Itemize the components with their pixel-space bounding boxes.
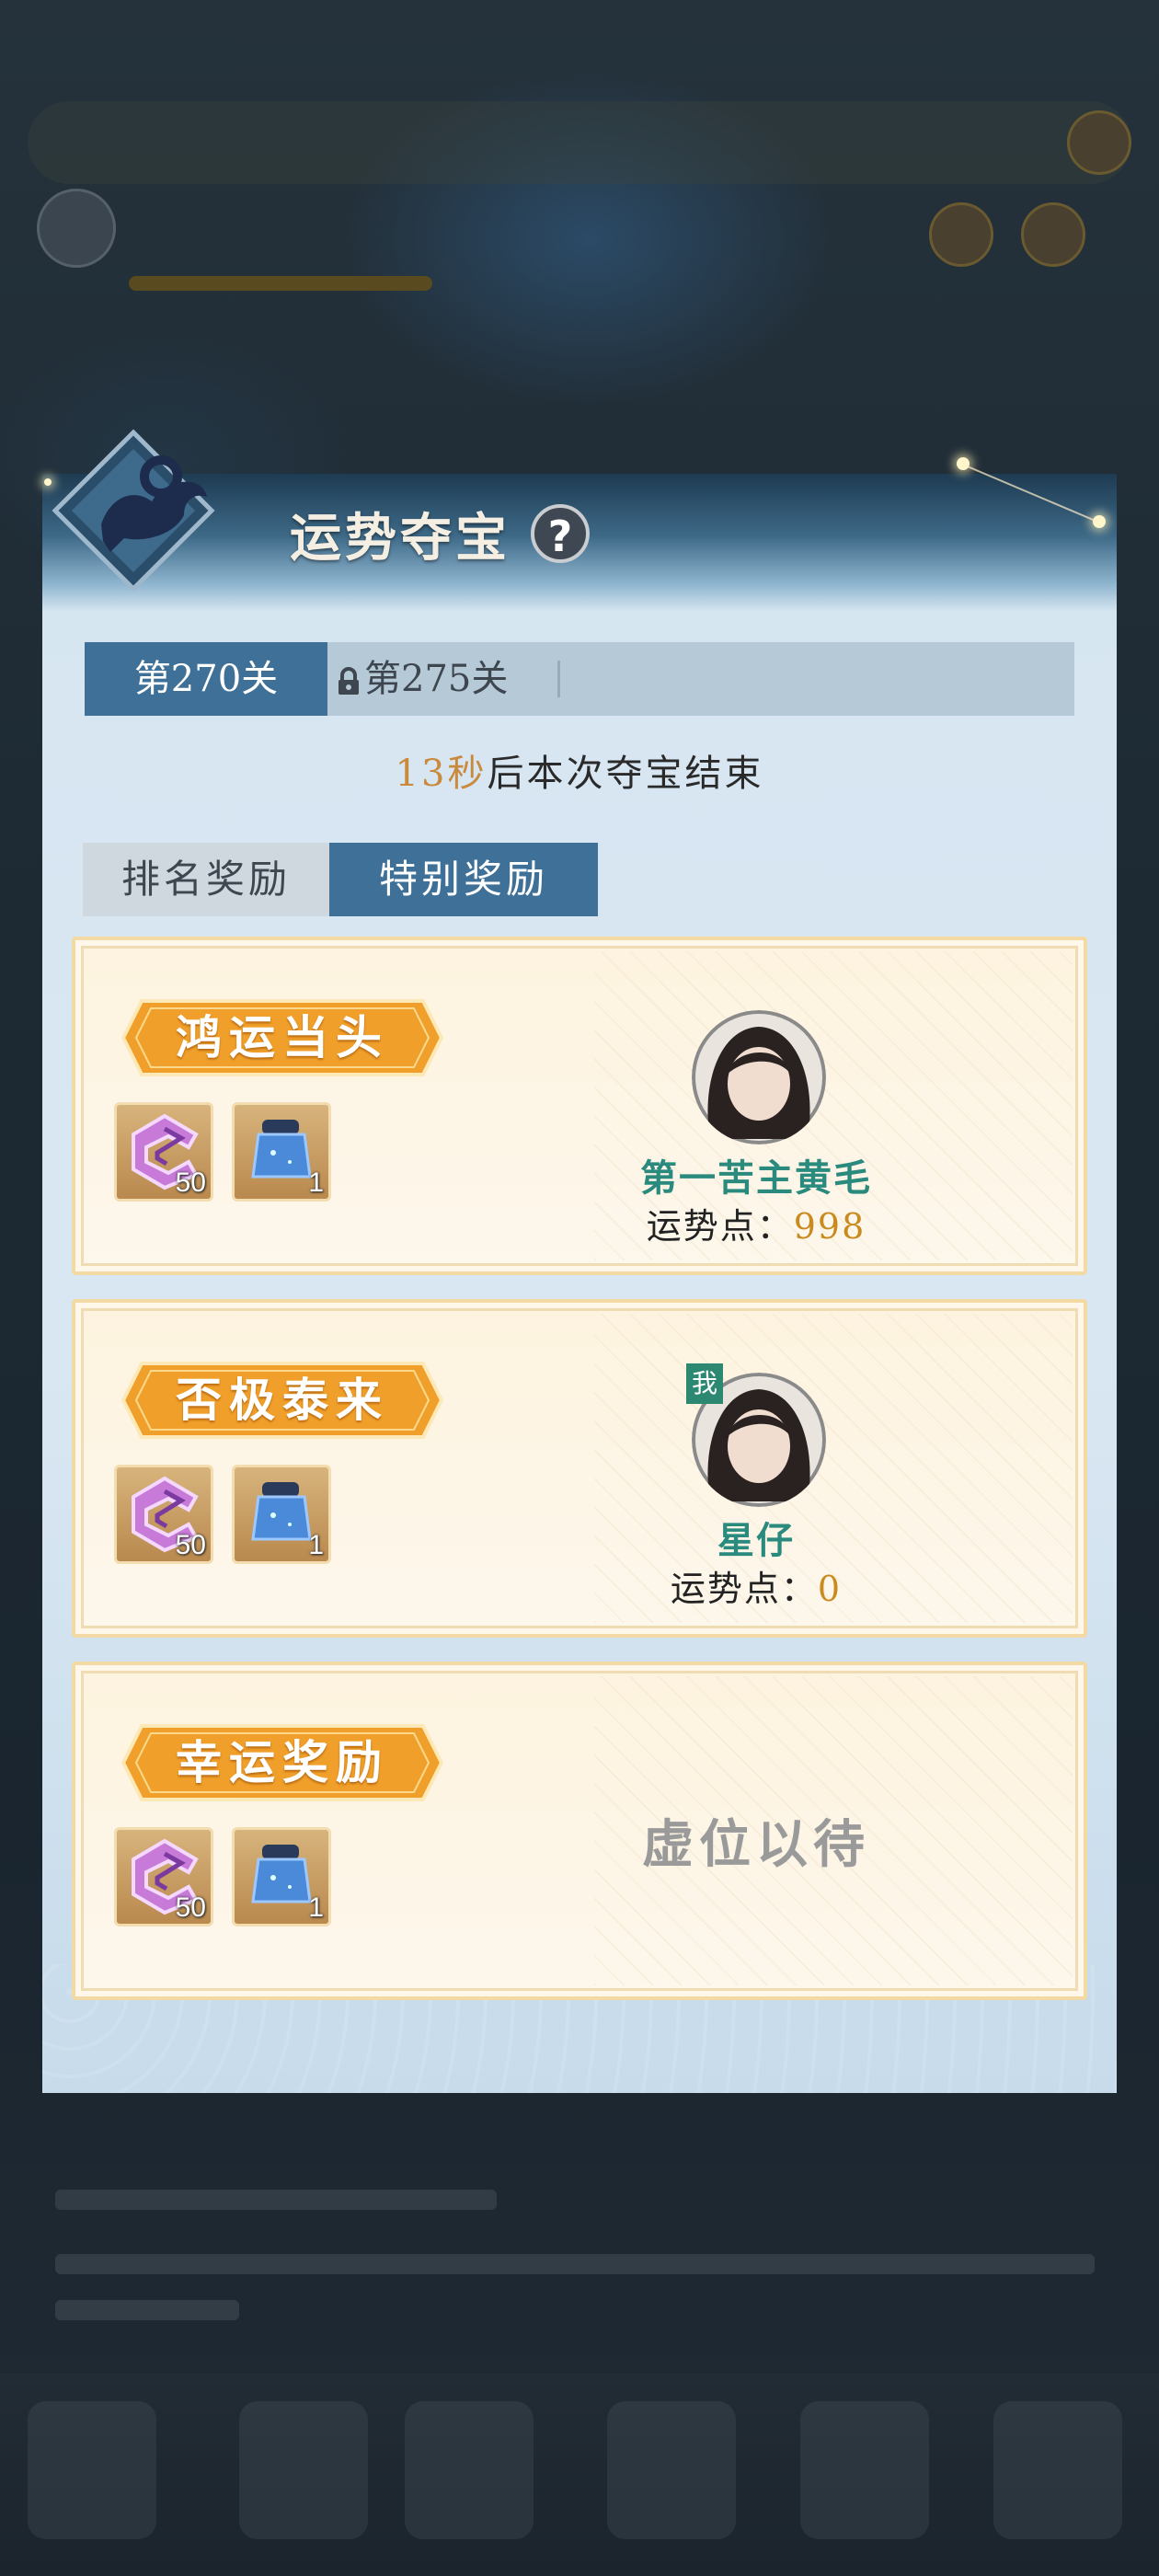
points-label: 运势点：	[670, 1569, 818, 1609]
item-count: 50	[175, 1167, 206, 1198]
background-nav-button	[405, 2401, 534, 2539]
background-avatar	[37, 189, 116, 268]
reward-title: 幸运奖励	[176, 1735, 389, 1789]
countdown-suffix: 后本次夺宝结束	[487, 753, 764, 795]
star-icon	[44, 478, 52, 486]
background-top-bar	[28, 101, 1131, 184]
tab-ranking-rewards[interactable]: 排名奖励	[83, 843, 329, 916]
panel-title: 运势夺宝	[290, 508, 511, 569]
item-count: 50	[175, 1892, 206, 1923]
level-tab-270[interactable]: 第270关	[85, 642, 327, 716]
player-name: 星仔	[717, 1519, 795, 1562]
background-progress-bar	[129, 276, 432, 291]
me-badge: 我	[686, 1363, 723, 1404]
background-coin-icon	[1021, 202, 1085, 267]
reward-title: 否极泰来	[176, 1373, 389, 1427]
reward-item[interactable]: 50	[114, 1102, 213, 1202]
reward-item[interactable]: 50	[114, 1465, 213, 1564]
tab-special-rewards[interactable]: 特别奖励	[329, 843, 598, 916]
item-count: 1	[308, 1167, 324, 1198]
points-value: 0	[817, 1569, 843, 1609]
points-label: 运势点：	[646, 1206, 794, 1247]
player-avatar[interactable]	[692, 1010, 826, 1144]
reward-item[interactable]: 1	[232, 1465, 331, 1564]
vacant-text: 虚位以待	[642, 1814, 870, 1875]
background-nav-button	[28, 2401, 156, 2539]
player-points: 运势点：998	[563, 1198, 949, 1248]
background-coin-icon	[1067, 110, 1131, 175]
fox-emblem-icon	[52, 429, 215, 592]
reward-title: 鸿运当头	[176, 1010, 389, 1064]
level-tab-label: 第275关	[364, 658, 509, 700]
level-tab-275[interactable]: 第275关	[337, 642, 557, 716]
background-bottom-nav	[0, 2374, 1159, 2576]
countdown-seconds: 13秒	[395, 753, 488, 795]
background-nav-button	[800, 2401, 929, 2539]
player-name: 第一苦主黄毛	[640, 1156, 872, 1200]
background-nav-button	[607, 2401, 736, 2539]
background-text-line	[55, 2300, 239, 2320]
background-text-line	[55, 2254, 1095, 2274]
reward-card: 鸿运当头 50 1 第一苦主黄毛 运势点：998	[72, 937, 1087, 1275]
reward-card: 幸运奖励 50 1 虚位以待	[72, 1662, 1087, 2000]
reward-item[interactable]: 1	[232, 1102, 331, 1202]
lock-icon	[339, 667, 359, 695]
level-separator	[557, 661, 560, 697]
countdown-text: 13秒后本次夺宝结束	[0, 743, 1159, 797]
reward-item[interactable]: 50	[114, 1827, 213, 1926]
item-count: 1	[308, 1530, 324, 1560]
item-count: 1	[308, 1892, 324, 1923]
player-points: 运势点：0	[563, 1560, 949, 1611]
points-value: 998	[793, 1206, 866, 1247]
reward-item[interactable]: 1	[232, 1827, 331, 1926]
background-text-line	[55, 2190, 497, 2210]
background-coin-icon	[929, 202, 993, 267]
help-button[interactable]: ?	[531, 504, 590, 563]
reward-card: 否极泰来 50 1 我 星仔 运势点：0	[72, 1299, 1087, 1638]
background-nav-button	[239, 2401, 368, 2539]
item-count: 50	[175, 1530, 206, 1560]
background-nav-button	[993, 2401, 1122, 2539]
